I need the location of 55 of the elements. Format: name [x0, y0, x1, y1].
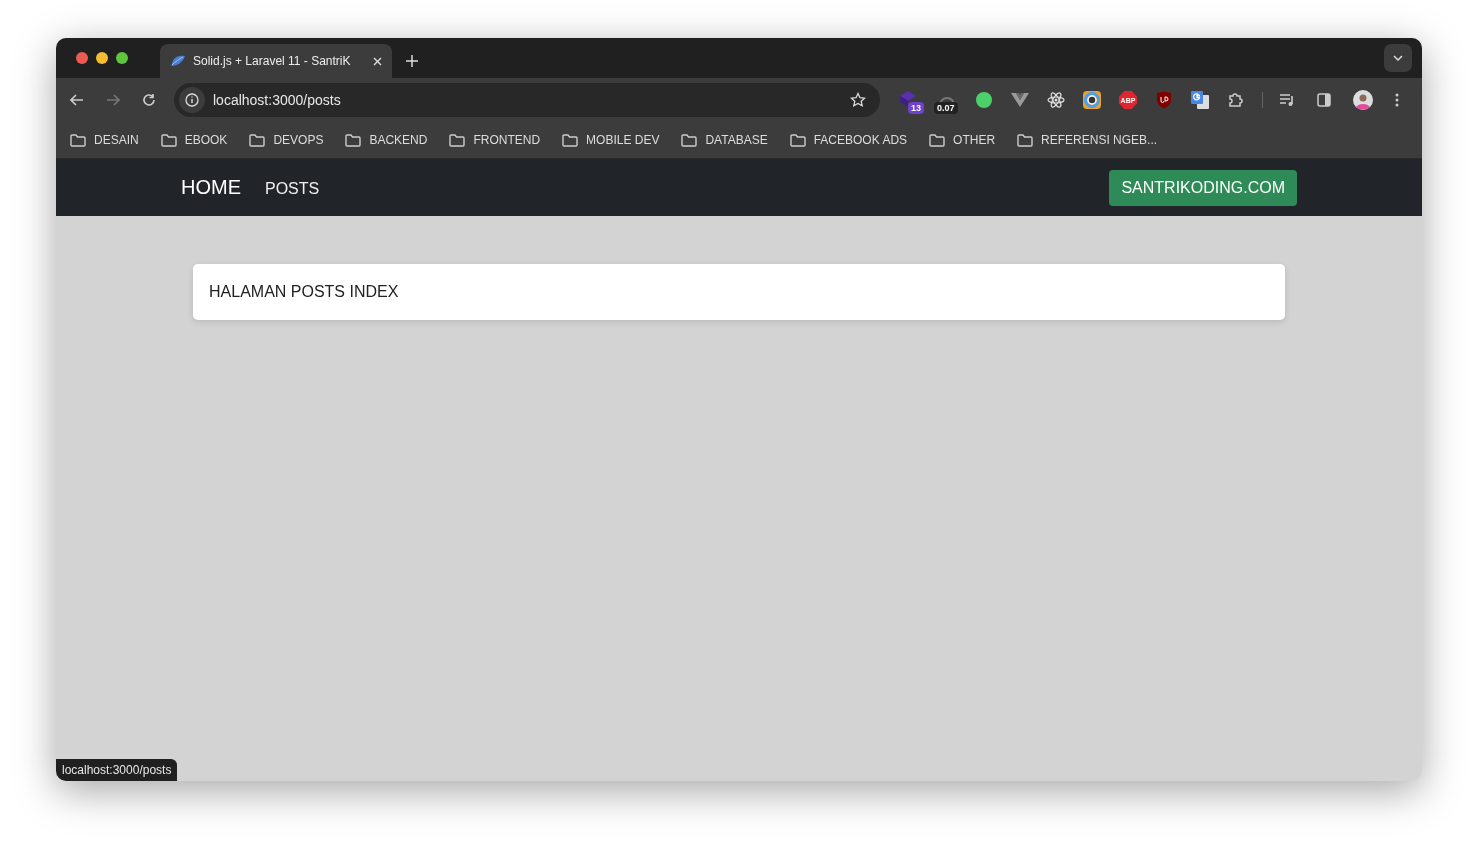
- side-panel-icon[interactable]: [1317, 93, 1331, 107]
- extension-badge: 13: [908, 102, 924, 114]
- browser-tab[interactable]: Solid.js + Laravel 11 - SantriK: [160, 44, 392, 78]
- extensions-puzzle-icon[interactable]: [1227, 91, 1245, 109]
- bookmark-folder[interactable]: REFERENSI NGEB...: [1017, 133, 1158, 147]
- new-tab-icon[interactable]: [406, 55, 418, 67]
- extension-badge: 0.07: [934, 102, 958, 114]
- nav-link[interactable]: POSTS: [265, 180, 320, 198]
- reload-icon[interactable]: [142, 93, 156, 107]
- brand-link[interactable]: HOME: [181, 176, 241, 199]
- chevron-down-icon: [1393, 55, 1403, 61]
- atom-extension-icon[interactable]: [1047, 91, 1065, 109]
- bookmark-folder[interactable]: FACEBOOK ADS: [789, 133, 908, 147]
- site-info-icon[interactable]: [179, 87, 205, 113]
- v-extension-icon[interactable]: [1011, 92, 1029, 108]
- tab-title: Solid.js + Laravel 11 - SantriK: [193, 54, 352, 68]
- bookmark-folder[interactable]: DATABASE: [681, 133, 768, 147]
- url-text: localhost:3000/posts: [213, 92, 342, 108]
- folder-icon: [681, 133, 698, 147]
- bookmark-folder[interactable]: FRONTEND: [449, 133, 541, 147]
- close-window-button[interactable]: [76, 52, 88, 64]
- forward-icon[interactable]: [106, 94, 120, 106]
- minimize-window-button[interactable]: [96, 52, 108, 64]
- menu-icon[interactable]: [1395, 93, 1399, 107]
- folder-icon: [449, 133, 466, 147]
- back-icon[interactable]: [70, 94, 84, 106]
- bookmark-folder[interactable]: MOBILE DEV: [562, 133, 660, 147]
- folder-icon: [249, 133, 266, 147]
- bookmark-folder[interactable]: DESAIN: [70, 133, 139, 147]
- leaf-icon: [170, 54, 186, 68]
- address-bar[interactable]: localhost:3000/posts: [174, 83, 880, 117]
- bookmark-folder[interactable]: OTHER: [929, 133, 996, 147]
- folder-icon: [160, 133, 177, 147]
- bookmark-folder[interactable]: EBOOK: [160, 133, 228, 147]
- zoom-window-button[interactable]: [116, 52, 128, 64]
- bookmark-folder[interactable]: DEVOPS: [249, 133, 324, 147]
- close-tab-icon[interactable]: [373, 56, 382, 66]
- site-button[interactable]: SANTRIKODING.COM: [1109, 169, 1297, 206]
- media-control-icon[interactable]: [1279, 93, 1295, 107]
- tab-search-button[interactable]: [1384, 44, 1412, 72]
- folder-icon: [789, 133, 806, 147]
- folder-icon: [345, 133, 362, 147]
- bookmark-folder[interactable]: BACKEND: [345, 133, 428, 147]
- folder-icon: [70, 133, 86, 147]
- folder-icon: [562, 133, 579, 147]
- profile-avatar-icon[interactable]: [1353, 90, 1373, 110]
- card-title: HALAMAN POSTS INDEX: [209, 283, 399, 301]
- folder-icon: [1017, 133, 1034, 147]
- status-link-tooltip: localhost:3000/posts: [56, 759, 178, 781]
- folder-icon: [929, 133, 946, 147]
- shield-extension-icon[interactable]: [1156, 91, 1172, 109]
- translate-icon[interactable]: [1190, 90, 1210, 110]
- bookmark-star-icon[interactable]: [850, 92, 866, 108]
- dot-extension-icon[interactable]: [975, 91, 993, 109]
- ring-extension-icon[interactable]: [1083, 91, 1101, 109]
